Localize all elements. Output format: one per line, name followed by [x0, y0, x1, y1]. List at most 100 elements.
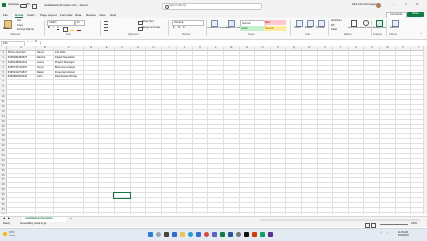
vertical-scrollbar[interactable] — [423, 46, 427, 214]
cell-d34[interactable] — [83, 212, 100, 214]
wrap-text-button[interactable]: Wrap Text — [142, 20, 154, 24]
zoom-level[interactable]: 100% — [411, 222, 417, 225]
copy-button[interactable]: Copy — [17, 24, 23, 28]
tab-help[interactable]: Help — [110, 13, 116, 17]
chrome-icon[interactable] — [204, 232, 209, 237]
align-left-icon[interactable] — [104, 27, 108, 31]
borders-icon[interactable] — [63, 27, 68, 32]
store-icon[interactable] — [196, 232, 201, 237]
horizontal-scrollbar[interactable] — [260, 218, 420, 221]
cell-m34[interactable] — [223, 212, 240, 214]
taskbar-search-icon[interactable] — [156, 232, 161, 237]
page-layout-view-icon[interactable] — [371, 223, 376, 228]
cell-s34[interactable] — [317, 212, 334, 214]
paste-button[interactable]: Paste — [3, 27, 10, 31]
save-icon[interactable] — [32, 3, 37, 9]
cancel-icon[interactable]: ✕ — [27, 41, 29, 44]
align-top-icon[interactable] — [104, 21, 108, 25]
clear-button[interactable]: Clear — [331, 28, 337, 32]
task-view-icon[interactable] — [164, 232, 169, 237]
delete-cells-button[interactable]: Delete — [305, 26, 313, 30]
style-bad[interactable]: Bad — [264, 20, 286, 25]
avatar[interactable] — [376, 2, 381, 8]
style-neutral[interactable]: Neutral — [264, 26, 286, 31]
ribbon-collapse-icon[interactable]: ⌃ — [420, 33, 423, 36]
cell-i34[interactable] — [161, 212, 178, 214]
cell-o34[interactable] — [254, 212, 271, 214]
maximize-icon[interactable]: □ — [405, 3, 407, 6]
sort-filter-button[interactable]: Sort & Filter — [348, 27, 360, 29]
excel-taskbar-icon[interactable] — [220, 232, 225, 237]
addins-button[interactable]: Add-ins — [390, 26, 399, 30]
tab-data[interactable]: Data — [75, 13, 81, 17]
edge-icon[interactable] — [188, 232, 193, 237]
user-name[interactable]: Paul John Dominguez — [352, 3, 377, 7]
underline-icon[interactable]: U — [57, 26, 59, 30]
cell-r34[interactable] — [301, 212, 318, 214]
number-format-select[interactable]: General — [172, 20, 204, 26]
cell-e34[interactable] — [98, 212, 115, 214]
cell-u34[interactable] — [348, 212, 365, 214]
cell-a34[interactable] — [6, 212, 37, 214]
widgets-icon[interactable] — [172, 232, 177, 237]
enter-icon[interactable]: ✓ — [31, 41, 33, 44]
word-icon[interactable] — [228, 232, 233, 237]
add-sheet-button[interactable]: + — [70, 217, 72, 221]
tab-view[interactable]: View — [99, 13, 105, 17]
cut-button[interactable]: Cut — [17, 19, 21, 23]
analyze-data-button[interactable]: Analyze Data — [373, 27, 386, 29]
italic-icon[interactable]: I — [53, 26, 54, 30]
tab-home[interactable]: Home — [15, 13, 24, 18]
currency-icon[interactable]: $ — [173, 26, 174, 30]
file-name[interactable]: candidatesinformation.xlsx - Saved — [44, 4, 87, 7]
weather-icon[interactable] — [3, 232, 7, 236]
share-button[interactable]: Share — [407, 12, 424, 17]
cell-grid[interactable]: A B C D E F G H I J K L M N O P Q R S T U V W X Y 1 Phone Number Na… — [0, 46, 427, 214]
insert-cells-button[interactable]: Insert — [294, 26, 301, 30]
cell-c34[interactable] — [53, 212, 84, 214]
cell-x34[interactable] — [395, 212, 412, 214]
tab-file[interactable]: File — [3, 13, 8, 17]
cell-g34[interactable] — [130, 212, 147, 214]
style-good[interactable]: Good — [240, 26, 264, 31]
spreadsheet-grid[interactable]: A B C D E F G H I J K L M N O P Q R S T U V W X Y 1 Phone Number Na… — [0, 46, 427, 214]
start-icon[interactable] — [148, 232, 153, 237]
tray-chevron-icon[interactable]: ⌃ — [380, 232, 383, 235]
cell-n34[interactable] — [239, 212, 256, 214]
cell-l34[interactable] — [207, 212, 224, 214]
minimize-icon[interactable]: – — [393, 3, 395, 6]
app-icon[interactable] — [268, 232, 273, 237]
tab-formulas[interactable]: Formulas — [60, 13, 73, 17]
cell-h34[interactable] — [145, 212, 162, 214]
clock-date[interactable]: 5/15/2023 — [398, 234, 409, 237]
cell-f34[interactable] — [114, 212, 131, 214]
wifi-icon[interactable]: ◔ — [386, 232, 388, 235]
format-cells-button[interactable]: Format — [316, 26, 324, 30]
fill-color-icon[interactable] — [70, 29, 74, 31]
accessibility-status[interactable]: Accessibility: Good to go — [20, 222, 46, 225]
file-explorer-icon[interactable] — [180, 232, 185, 237]
cell-p34[interactable] — [270, 212, 287, 214]
format-painter-button[interactable]: Format Painter — [17, 28, 34, 32]
cell-j34[interactable] — [176, 212, 193, 214]
formula-input[interactable] — [40, 40, 426, 45]
font-name-select[interactable]: Calibri — [47, 20, 75, 26]
percent-icon[interactable]: % — [178, 26, 180, 30]
cell-t34[interactable] — [332, 212, 349, 214]
cell-w34[interactable] — [379, 212, 396, 214]
teams-icon[interactable] — [212, 232, 217, 237]
font-size-select[interactable]: 11 — [75, 20, 85, 26]
zoom-slider[interactable] — [380, 224, 408, 225]
cell-q34[interactable] — [285, 212, 303, 214]
normal-view-icon[interactable] — [365, 223, 370, 228]
autosum-button[interactable]: AutoSum — [331, 19, 342, 23]
search-box[interactable]: Search (Alt+Q) — [162, 2, 262, 10]
prev-sheet-icon[interactable]: ◀ — [3, 218, 5, 221]
cell-v34[interactable] — [363, 212, 381, 214]
tab-review[interactable]: Review — [86, 13, 96, 17]
merge-center-button[interactable]: Merge & Center — [142, 26, 160, 30]
row-header[interactable]: 34 — [0, 212, 8, 214]
app-icon[interactable] — [252, 232, 257, 237]
app-icon[interactable] — [260, 232, 265, 237]
tab-insert[interactable]: Insert — [27, 13, 35, 17]
